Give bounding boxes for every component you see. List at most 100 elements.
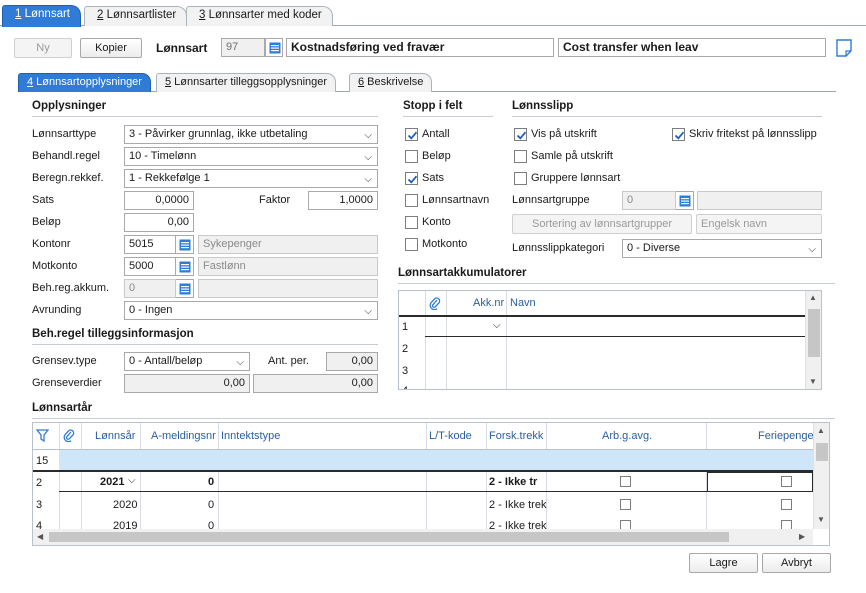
gruppe-field[interactable]: 0 [622, 191, 676, 210]
arbgavg-checkbox[interactable] [620, 476, 631, 487]
kontonr-lookup-button[interactable] [176, 235, 194, 254]
chevron-down-icon[interactable]: ▼ [817, 515, 825, 524]
chevron-left-icon[interactable]: ◀ [37, 532, 43, 541]
avrunding-select[interactable]: 0 - Ingen ⌵ [124, 301, 378, 320]
attachment-icon[interactable] [429, 296, 441, 313]
sortering-button[interactable]: Sortering av lønnsartgrupper [512, 214, 692, 234]
checkbox-sats[interactable] [405, 172, 418, 185]
chevron-up-icon[interactable]: ▲ [817, 426, 825, 435]
feriepenger-checkbox[interactable] [781, 476, 792, 487]
lonnsarttype-select[interactable]: 3 - Påvirker grunnlag, ikke utbetaling ⌵ [124, 125, 378, 144]
row-number: 2 [36, 477, 43, 489]
beregn-select[interactable]: 1 - Rekkefølge 1 ⌵ [124, 169, 378, 188]
checkbox-skriv-fritekst[interactable] [672, 128, 685, 141]
antper-field[interactable]: 0,00 [326, 352, 378, 371]
checkbox-antall[interactable] [405, 128, 418, 141]
gruppere-label: Gruppere lønnsart [531, 172, 621, 184]
col-navn[interactable]: Navn [510, 297, 536, 309]
year-cell[interactable]: 2021 [100, 476, 124, 488]
filter-row[interactable] [59, 450, 813, 470]
belop-field[interactable]: 0,00 [124, 213, 194, 232]
tab-lonnsarter-tilleggsopplysninger[interactable]: 5 Lønnsarter tilleggsopplysninger [156, 73, 337, 92]
attachment-icon[interactable] [63, 428, 75, 445]
filter-icon[interactable] [35, 429, 50, 445]
col-lonnsar[interactable]: Lønnsår [95, 430, 135, 442]
checkbox-konto[interactable] [405, 216, 418, 229]
forsk-trekk-cell[interactable]: 2 - Ikke trek [489, 499, 546, 511]
table-row[interactable] [59, 472, 813, 492]
forsk-trekk-cell[interactable]: 2 - Ikke tr [489, 476, 537, 488]
amelding-cell[interactable]: 0 [208, 476, 214, 488]
new-button[interactable]: Ny [14, 38, 72, 58]
col-feriepenger[interactable]: Feriepenger [758, 430, 817, 442]
tab-lonnsartopplysninger[interactable]: 4 Lønnsartopplysninger [18, 73, 151, 92]
tab-lonnsartlister[interactable]: 2 Lønnsartlister [84, 6, 188, 26]
grensev-select[interactable]: 0 - Antall/beløp ⌵ [124, 352, 250, 371]
note-icon[interactable] [836, 39, 852, 57]
grenseverdi-1-field[interactable]: 0,00 [124, 374, 250, 393]
lonnsart-english-name-field[interactable]: Cost transfer when leav [558, 38, 826, 57]
behreg-lookup-button[interactable] [176, 279, 194, 298]
col-arbgavg[interactable]: Arb.g.avg. [602, 430, 652, 442]
lonnsart-name-field[interactable]: Kostnadsføring ved fravær [286, 38, 554, 57]
scroll-thumb[interactable] [808, 309, 820, 357]
list-icon [269, 42, 281, 54]
faktor-field[interactable]: 1,0000 [308, 191, 378, 210]
checkbox-belop[interactable] [405, 150, 418, 163]
grenseverdi-2-field[interactable]: 0,00 [253, 374, 378, 393]
checkbox-lonnsartnavn[interactable] [405, 194, 418, 207]
behandl-select[interactable]: 10 - Timelønn ⌵ [124, 147, 378, 166]
section-divider [32, 344, 378, 345]
feriepenger-cell-focused[interactable] [707, 472, 813, 492]
copy-button[interactable]: Kopier [80, 38, 142, 58]
chevron-up-icon[interactable]: ▲ [809, 293, 817, 302]
engelsk-navn-button[interactable]: Engelsk navn [696, 214, 822, 234]
stopp-label: Motkonto [422, 238, 468, 250]
select-value: 0 - Ingen [129, 304, 173, 316]
tab-label: Beskrivelse [364, 76, 424, 88]
amelding-cell[interactable]: 0 [208, 499, 214, 511]
row-number: 2 [402, 343, 409, 355]
grid-line [506, 291, 507, 389]
scroll-thumb[interactable] [49, 532, 729, 542]
col-forsk-trekk[interactable]: Forsk.trekk [489, 430, 543, 442]
arbgavg-checkbox[interactable] [620, 499, 631, 510]
vertical-scrollbar[interactable]: ▲ ▼ [813, 423, 829, 529]
stopp-label: Beløp [422, 150, 451, 162]
scroll-thumb[interactable] [816, 443, 828, 461]
kategori-select[interactable]: 0 - Diverse ⌵ [622, 239, 822, 258]
sats-field[interactable]: 0,0000 [124, 191, 194, 210]
behreg-field[interactable]: 0 [124, 279, 176, 298]
chevron-down-icon[interactable]: ▼ [809, 377, 817, 386]
tab-lonnsart[interactable]: 1 Lønnsart [2, 5, 81, 27]
chevron-down-icon[interactable]: ⌵ [128, 475, 136, 486]
chevron-down-icon[interactable]: ⌵ [493, 320, 501, 331]
col-lt-kode[interactable]: L/T-kode [429, 430, 472, 442]
cancel-button[interactable]: Avbryt [762, 553, 831, 573]
checkbox-samle-pa-utskrift[interactable] [514, 150, 527, 163]
kontonr-field[interactable]: 5015 [124, 235, 176, 254]
akkumulatorer-title: Lønnsartakkumulatorer [398, 267, 527, 279]
col-ameldingsnr[interactable]: A-meldingsnr [151, 430, 216, 442]
table-row[interactable] [425, 317, 805, 337]
motkonto-lookup-button[interactable] [176, 257, 194, 276]
gruppe-lookup-button[interactable] [676, 191, 694, 210]
motkonto-field[interactable]: 5000 [124, 257, 176, 276]
feriepenger-checkbox[interactable] [781, 499, 792, 510]
checkbox-motkonto[interactable] [405, 238, 418, 251]
chevron-right-icon[interactable]: ▶ [799, 532, 805, 541]
lonnsart-lookup-button[interactable] [265, 38, 283, 57]
checkbox-gruppere-lonnsart[interactable] [514, 172, 527, 185]
year-cell[interactable]: 2020 [113, 499, 137, 511]
tab-lonnsarter-med-koder[interactable]: 3 Lønnsarter med koder [186, 6, 333, 26]
checkbox-vis-pa-utskrift[interactable] [514, 128, 527, 141]
lonnsart-code-field[interactable]: 97 [221, 38, 265, 57]
stopp-title: Stopp i felt [403, 100, 463, 112]
save-button[interactable]: Lagre [689, 553, 758, 573]
vertical-scrollbar[interactable]: ▲ ▼ [805, 291, 821, 389]
tab-beskrivelse[interactable]: 6 Beskrivelse [349, 73, 433, 92]
col-akknr[interactable]: Akk.nr [473, 297, 504, 309]
gruppe-label: Lønnsartgruppe [512, 194, 590, 206]
col-inntektstype[interactable]: Inntektstype [221, 430, 280, 442]
horizontal-scrollbar[interactable]: ◀ ▶ [33, 529, 813, 545]
